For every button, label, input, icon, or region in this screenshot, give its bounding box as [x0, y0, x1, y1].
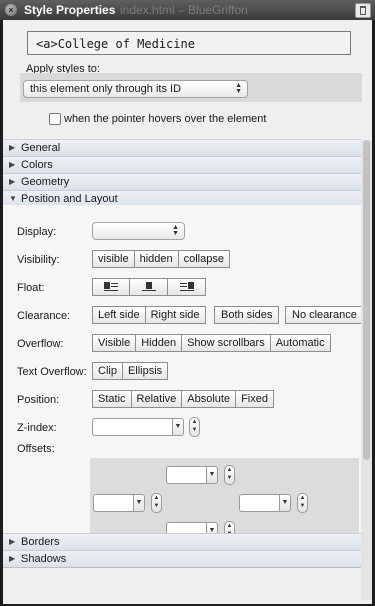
hover-checkbox[interactable] — [49, 113, 61, 125]
zindex-label: Z-index: — [17, 422, 57, 434]
background-window-title: index.html – BlueGriffon — [120, 3, 248, 17]
offset-right-combobox[interactable]: ▼ — [239, 494, 291, 512]
offsets-box: ▼ ▲▼ ▼ ▲▼ ▼ ▲▼ ▼ ▲▼ — [90, 458, 359, 543]
overflow-segmented: Visible Hidden Show scrollbars Automatic — [92, 334, 331, 352]
section-geometry[interactable]: ▶ Geometry — [3, 173, 361, 191]
pin-icon[interactable] — [355, 3, 371, 18]
position-absolute-button[interactable]: Absolute — [182, 390, 237, 408]
triangle-right-icon: ▶ — [9, 537, 16, 546]
offset-top-input[interactable] — [166, 466, 206, 484]
text-overflow-clip-button[interactable]: Clip — [92, 362, 123, 380]
chevron-updown-icon: ▲ ▼ — [235, 82, 242, 95]
triangle-right-icon: ▶ — [9, 177, 16, 186]
overflow-automatic-button[interactable]: Automatic — [270, 334, 331, 352]
position-label: Position: — [17, 394, 60, 406]
title-bar: × Style Properties index.html – BlueGrif… — [0, 0, 375, 20]
clearance-right-button[interactable]: Right side — [145, 306, 206, 324]
float-left-button[interactable] — [92, 278, 130, 296]
clearance-left-button[interactable]: Left side — [92, 306, 146, 324]
display-label: Display: — [17, 226, 57, 238]
chevron-down-icon[interactable]: ▼ — [133, 494, 145, 512]
scrollbar-thumb[interactable] — [363, 140, 370, 460]
visibility-segmented: visible hidden collapse — [92, 250, 230, 268]
text-overflow-ellipsis-button[interactable]: Ellipsis — [122, 362, 169, 380]
position-static-button[interactable]: Static — [92, 390, 132, 408]
visibility-collapse-button[interactable]: collapse — [178, 250, 230, 268]
apply-styles-band: this element only through its ID ▲ ▼ — [20, 73, 362, 102]
chevron-down-icon[interactable]: ▼ — [172, 418, 184, 436]
offset-right-input[interactable] — [239, 494, 279, 512]
clearance-both-button[interactable]: Both sides — [214, 306, 280, 324]
position-layout-content: Display: ▲ ▼ Visibility: visible hidden c… — [3, 205, 364, 550]
section-geometry-label: Geometry — [21, 176, 70, 188]
window-title: Style Properties — [24, 3, 116, 17]
position-segmented: Static Relative Absolute Fixed — [92, 390, 274, 408]
apply-styles-value: this element only through its ID — [30, 83, 182, 95]
section-borders[interactable]: ▶ Borders — [3, 533, 361, 551]
section-general[interactable]: ▶ General — [3, 139, 361, 157]
offset-left-input[interactable] — [93, 494, 133, 512]
text-overflow-label: Text Overflow: — [17, 366, 87, 378]
hover-checkbox-label: when the pointer hovers over the element — [64, 113, 267, 125]
clearance-label: Clearance: — [17, 310, 71, 322]
close-icon[interactable]: × — [5, 4, 17, 16]
style-properties-panel: <a>College of Medicine Apply styles to: … — [3, 20, 372, 604]
triangle-right-icon: ▶ — [9, 143, 16, 152]
float-segmented — [92, 278, 206, 296]
visibility-hidden-button[interactable]: hidden — [134, 250, 179, 268]
visibility-label: Visibility: — [17, 254, 60, 266]
offset-top-stepper[interactable]: ▲ ▼ — [224, 465, 235, 485]
overflow-label: Overflow: — [17, 338, 64, 350]
float-right-button[interactable] — [168, 278, 206, 296]
triangle-right-icon: ▶ — [9, 554, 16, 563]
overflow-scrollbars-button[interactable]: Show scrollbars — [182, 334, 271, 352]
float-none-button[interactable] — [130, 278, 168, 296]
display-select[interactable]: ▲ ▼ — [92, 222, 185, 240]
text-overflow-segmented: Clip Ellipsis — [92, 362, 169, 380]
section-shadows-label: Shadows — [21, 553, 67, 565]
clearance-none-button[interactable]: No clearance — [285, 306, 364, 324]
float-label: Float: — [17, 282, 45, 294]
float-none-icon — [141, 282, 156, 292]
offset-left-stepper[interactable]: ▲ ▼ — [151, 493, 162, 513]
float-right-icon — [179, 282, 194, 292]
element-field: <a>College of Medicine — [27, 31, 351, 55]
overflow-hidden-button[interactable]: Hidden — [136, 334, 183, 352]
zindex-input[interactable] — [92, 418, 172, 436]
apply-styles-select[interactable]: this element only through its ID ▲ ▼ — [23, 80, 248, 98]
section-borders-label: Borders — [21, 536, 60, 548]
chevron-down-icon[interactable]: ▼ — [206, 466, 218, 484]
section-colors-label: Colors — [21, 159, 53, 171]
visibility-visible-button[interactable]: visible — [92, 250, 135, 268]
overflow-visible-button[interactable]: Visible — [92, 334, 137, 352]
zindex-stepper[interactable]: ▲ ▼ — [189, 417, 200, 437]
zindex-combobox[interactable]: ▼ — [92, 418, 184, 436]
section-general-label: General — [21, 142, 61, 154]
vertical-scrollbar[interactable] — [361, 140, 372, 600]
position-relative-button[interactable]: Relative — [131, 390, 183, 408]
section-shadows[interactable]: ▶ Shadows — [3, 550, 361, 568]
float-left-icon — [104, 282, 118, 292]
element-tag: <a> — [36, 37, 58, 51]
position-fixed-button[interactable]: Fixed — [236, 390, 274, 408]
section-colors[interactable]: ▶ Colors — [3, 156, 361, 174]
chevron-updown-icon: ▲ ▼ — [172, 224, 179, 237]
element-text: College of Medicine — [57, 37, 195, 51]
clearance-sides-segmented: Left side Right side — [92, 306, 206, 324]
offset-right-stepper[interactable]: ▲ ▼ — [297, 493, 308, 513]
offset-top-combobox[interactable]: ▼ — [166, 466, 218, 484]
offset-left-combobox[interactable]: ▼ — [93, 494, 145, 512]
triangle-right-icon: ▶ — [9, 160, 16, 169]
chevron-down-icon[interactable]: ▼ — [279, 494, 291, 512]
offsets-label: Offsets: — [17, 443, 55, 455]
